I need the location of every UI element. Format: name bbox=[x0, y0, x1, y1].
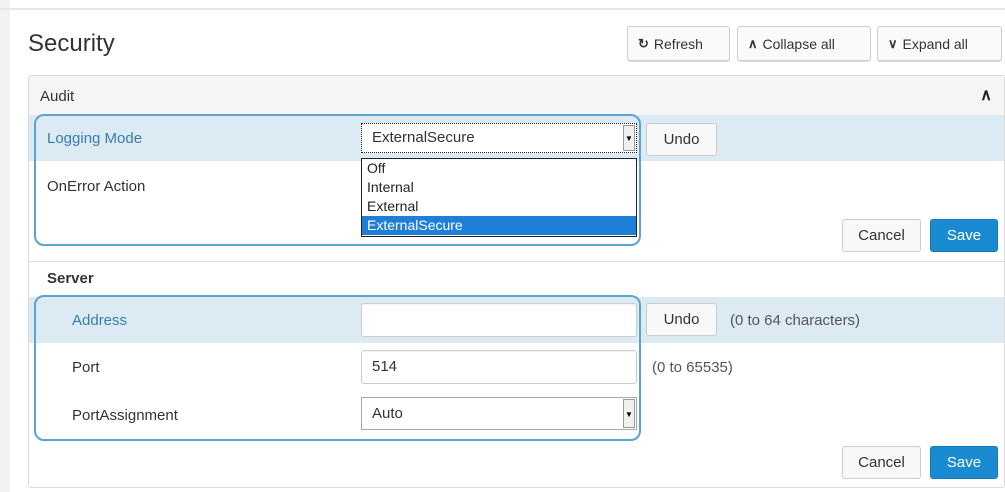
expand-all-label: Expand all bbox=[902, 35, 968, 52]
port-hint: (0 to 65535) bbox=[652, 359, 733, 376]
option-external[interactable]: External bbox=[362, 197, 636, 216]
address-label: Address bbox=[72, 312, 128, 329]
expand-all-button[interactable]: ∨ Expand all bbox=[877, 26, 1002, 61]
collapse-all-button[interactable]: ∧ Collapse all bbox=[737, 26, 871, 61]
server-save-button[interactable]: Save bbox=[930, 446, 998, 479]
port-assignment-value: Auto bbox=[372, 405, 403, 422]
logging-mode-label: Logging Mode bbox=[47, 130, 143, 147]
dropdown-arrow-icon: ▼ bbox=[623, 125, 635, 151]
server-section-title: Server bbox=[47, 270, 94, 287]
refresh-button[interactable]: ↻ Refresh bbox=[627, 26, 730, 61]
collapse-all-label: Collapse all bbox=[762, 35, 835, 52]
page-title: Security bbox=[28, 30, 115, 57]
section-divider bbox=[29, 261, 1004, 262]
logging-mode-value: ExternalSecure bbox=[372, 129, 475, 146]
logging-mode-undo-button[interactable]: Undo bbox=[646, 123, 717, 156]
option-off[interactable]: Off bbox=[362, 159, 636, 178]
address-undo-button[interactable]: Undo bbox=[646, 303, 717, 336]
address-input[interactable] bbox=[361, 303, 637, 337]
port-input[interactable]: 514 bbox=[361, 350, 637, 384]
port-assignment-select[interactable]: Auto ▼ bbox=[361, 397, 637, 430]
audit-panel-header[interactable]: Audit ∧ bbox=[29, 76, 1004, 116]
option-externalsecure[interactable]: ExternalSecure bbox=[362, 216, 636, 235]
window-top bbox=[0, 0, 1005, 8]
logging-mode-options-list[interactable]: Off Internal External ExternalSecure bbox=[361, 158, 637, 237]
chevron-up-icon: ∧ bbox=[748, 35, 758, 51]
refresh-label: Refresh bbox=[653, 35, 703, 52]
option-internal[interactable]: Internal bbox=[362, 178, 636, 197]
address-hint: (0 to 64 characters) bbox=[730, 312, 861, 329]
dropdown-arrow-icon: ▼ bbox=[623, 399, 635, 428]
top-edge bbox=[0, 8, 1005, 10]
logging-mode-select[interactable]: ExternalSecure ▼ bbox=[361, 123, 637, 153]
port-label: Port bbox=[72, 359, 100, 376]
audit-cancel-button[interactable]: Cancel bbox=[842, 219, 921, 252]
chevron-up-icon[interactable]: ∧ bbox=[980, 85, 992, 105]
left-edge bbox=[0, 0, 10, 492]
chevron-down-icon: ∨ bbox=[888, 35, 898, 51]
audit-header-title: Audit bbox=[40, 88, 75, 105]
audit-save-button[interactable]: Save bbox=[930, 219, 998, 252]
onerror-action-label: OnError Action bbox=[47, 178, 146, 195]
refresh-icon: ↻ bbox=[638, 35, 649, 51]
server-cancel-button[interactable]: Cancel bbox=[842, 446, 921, 479]
port-assignment-label: PortAssignment bbox=[72, 407, 178, 424]
